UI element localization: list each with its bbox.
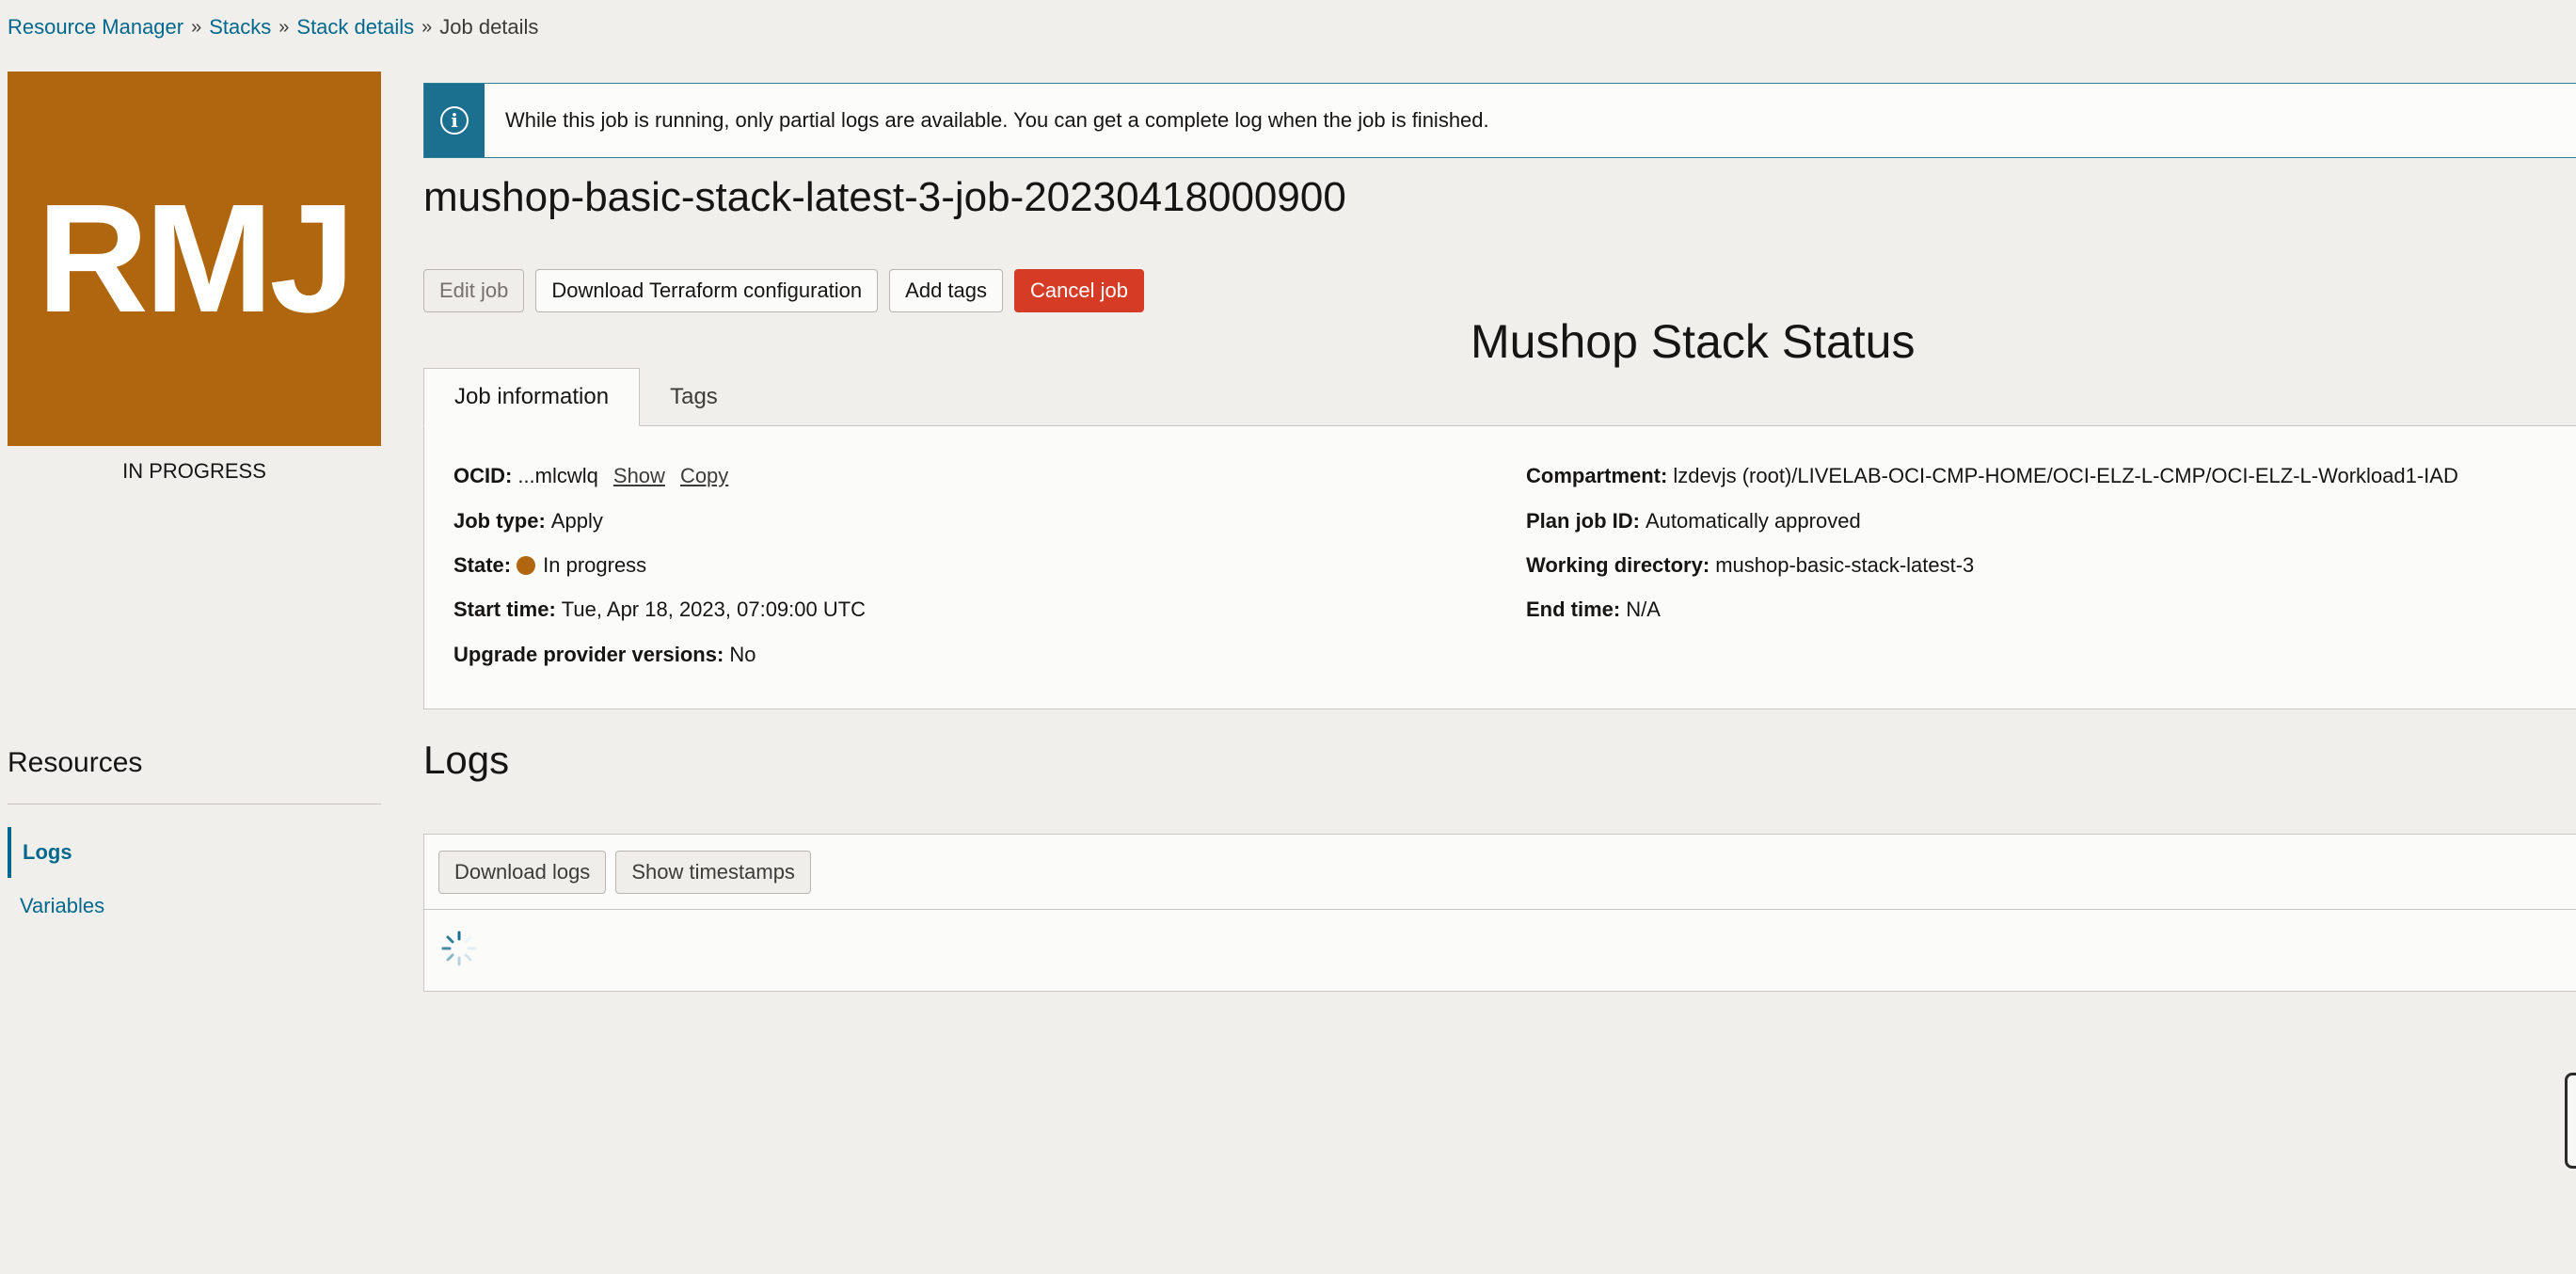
working-directory-label: Working directory: — [1526, 553, 1710, 577]
resources-title: Resources — [8, 747, 143, 778]
edit-job-button[interactable]: Edit job — [423, 269, 525, 312]
job-badge-initials: RMJ — [37, 172, 355, 344]
end-time-value: N/A — [1626, 597, 1661, 621]
ocid-show-link[interactable]: Show — [613, 464, 665, 488]
download-logs-button[interactable]: Download logs — [438, 850, 607, 894]
action-bar: Edit job Download Terraform configuratio… — [423, 269, 1144, 312]
breadcrumb-separator: » — [191, 16, 202, 38]
breadcrumb: Resource Manager » Stacks » Stack detail… — [8, 15, 538, 40]
add-tags-button[interactable]: Add tags — [889, 269, 1003, 312]
breadcrumb-separator: » — [278, 16, 290, 38]
compartment-label: Compartment: — [1526, 464, 1668, 487]
resources-item-variables[interactable]: Variables — [8, 881, 381, 932]
job-type-label: Job type: — [453, 509, 546, 533]
breadcrumb-stack-details[interactable]: Stack details — [296, 15, 414, 40]
breadcrumb-resource-manager[interactable]: Resource Manager — [8, 15, 183, 40]
end-time-field: End time: N/A — [1526, 597, 1661, 622]
loading-spinner-icon — [441, 931, 477, 966]
info-banner-message: While this job is running, only partial … — [505, 108, 1489, 132]
job-badge-status: IN PROGRESS — [122, 459, 266, 483]
working-directory-value: mushop-basic-stack-latest-3 — [1715, 553, 1975, 577]
info-banner: i While this job is running, only partia… — [423, 83, 2576, 158]
job-type-field: Job type: Apply — [453, 509, 603, 533]
upgrade-provider-field: Upgrade provider versions: No — [453, 643, 755, 667]
breadcrumb-stacks[interactable]: Stacks — [209, 15, 271, 40]
logs-title: Logs — [423, 738, 510, 782]
feedback-tab-handle[interactable] — [2565, 1073, 2576, 1169]
stack-status-heading: Mushop Stack Status — [1471, 315, 1916, 368]
tab-tags[interactable]: Tags — [640, 368, 748, 426]
job-information-panel: OCID: ...mlcwlq Show Copy Job type: Appl… — [423, 425, 2576, 709]
start-time-value: Tue, Apr 18, 2023, 07:09:00 UTC — [561, 597, 867, 621]
state-label: State: — [453, 553, 512, 577]
tab-bar: Job information Tags — [423, 368, 748, 426]
compartment-value: lzdevjs (root)/LIVELAB-OCI-CMP-HOME/OCI-… — [1673, 464, 2458, 487]
job-type-value: Apply — [550, 509, 603, 533]
state-field: State: In progress — [453, 553, 646, 578]
upgrade-provider-value: No — [729, 643, 756, 666]
tab-job-information[interactable]: Job information — [423, 368, 641, 426]
job-badge: RMJ — [8, 72, 381, 446]
download-terraform-button[interactable]: Download Terraform configuration — [535, 269, 879, 312]
show-timestamps-button[interactable]: Show timestamps — [615, 850, 811, 894]
working-directory-field: Working directory: mushop-basic-stack-la… — [1526, 553, 1974, 578]
breadcrumb-separator: » — [421, 16, 433, 38]
logs-panel: Download logs Show timestamps — [423, 834, 2576, 992]
info-banner-icon-box: i — [424, 84, 485, 157]
upgrade-provider-label: Upgrade provider versions: — [453, 643, 724, 666]
plan-job-id-field: Plan job ID: Automatically approved — [1526, 509, 1861, 533]
info-icon: i — [440, 106, 469, 135]
breadcrumb-current: Job details — [439, 15, 539, 39]
ocid-field: OCID: ...mlcwlq Show Copy — [453, 464, 728, 488]
state-value: In progress — [543, 553, 647, 577]
state-indicator-icon — [517, 556, 536, 575]
ocid-value: ...mlcwlq — [517, 464, 598, 487]
plan-job-id-value: Automatically approved — [1646, 509, 1861, 533]
plan-job-id-label: Plan job ID: — [1526, 509, 1640, 533]
compartment-field: Compartment: lzdevjs (root)/LIVELAB-OCI-… — [1526, 464, 2458, 488]
ocid-copy-link[interactable]: Copy — [680, 464, 728, 488]
logs-toolbar: Download logs Show timestamps — [424, 835, 2576, 910]
resources-item-logs[interactable]: Logs — [8, 827, 381, 878]
start-time-field: Start time: Tue, Apr 18, 2023, 07:09:00 … — [453, 597, 866, 622]
ocid-label: OCID: — [453, 464, 513, 487]
end-time-label: End time: — [1526, 597, 1621, 621]
cancel-job-button[interactable]: Cancel job — [1014, 269, 1144, 312]
start-time-label: Start time: — [453, 597, 556, 621]
page-title: mushop-basic-stack-latest-3-job-20230418… — [423, 174, 1346, 220]
